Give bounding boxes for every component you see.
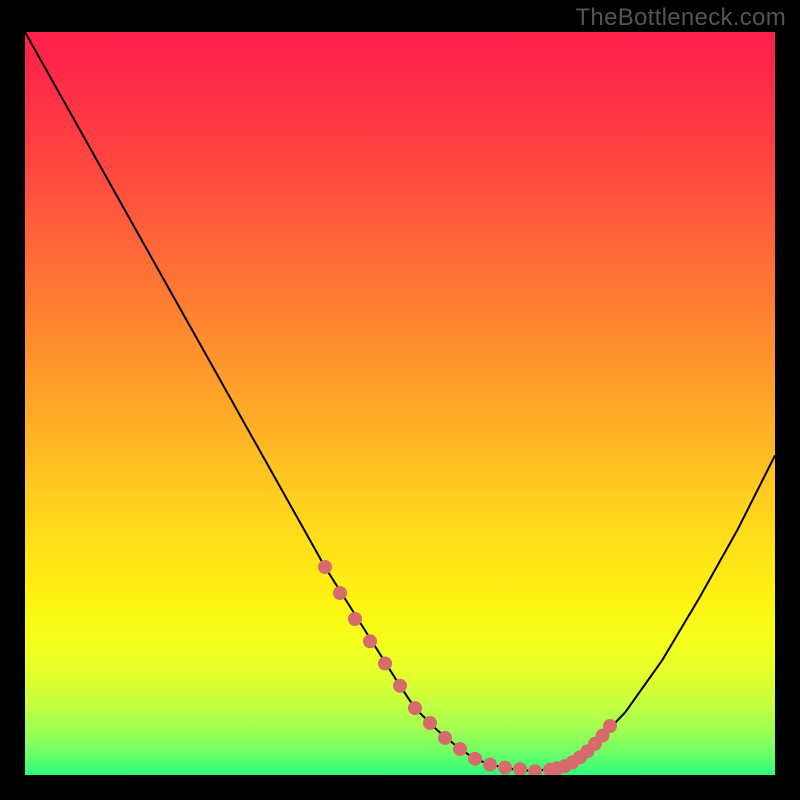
marker-point	[438, 731, 452, 745]
marker-point	[498, 761, 512, 775]
chart-frame: TheBottleneck.com	[0, 0, 800, 800]
marker-point	[318, 560, 332, 574]
marker-point	[603, 719, 617, 733]
marker-point	[378, 657, 392, 671]
marker-point	[453, 742, 467, 756]
marker-point	[468, 752, 482, 766]
marker-point	[528, 764, 542, 775]
marker-point	[393, 679, 407, 693]
marker-group	[318, 560, 617, 775]
marker-point	[363, 634, 377, 648]
marker-point	[483, 758, 497, 772]
curve-svg	[25, 32, 775, 775]
marker-point	[348, 612, 362, 626]
marker-point	[408, 701, 422, 715]
plot-area	[25, 32, 775, 775]
bottleneck-curve	[25, 32, 775, 771]
marker-point	[423, 716, 437, 730]
marker-point	[513, 762, 527, 775]
watermark-text: TheBottleneck.com	[575, 4, 786, 32]
marker-point	[333, 586, 347, 600]
